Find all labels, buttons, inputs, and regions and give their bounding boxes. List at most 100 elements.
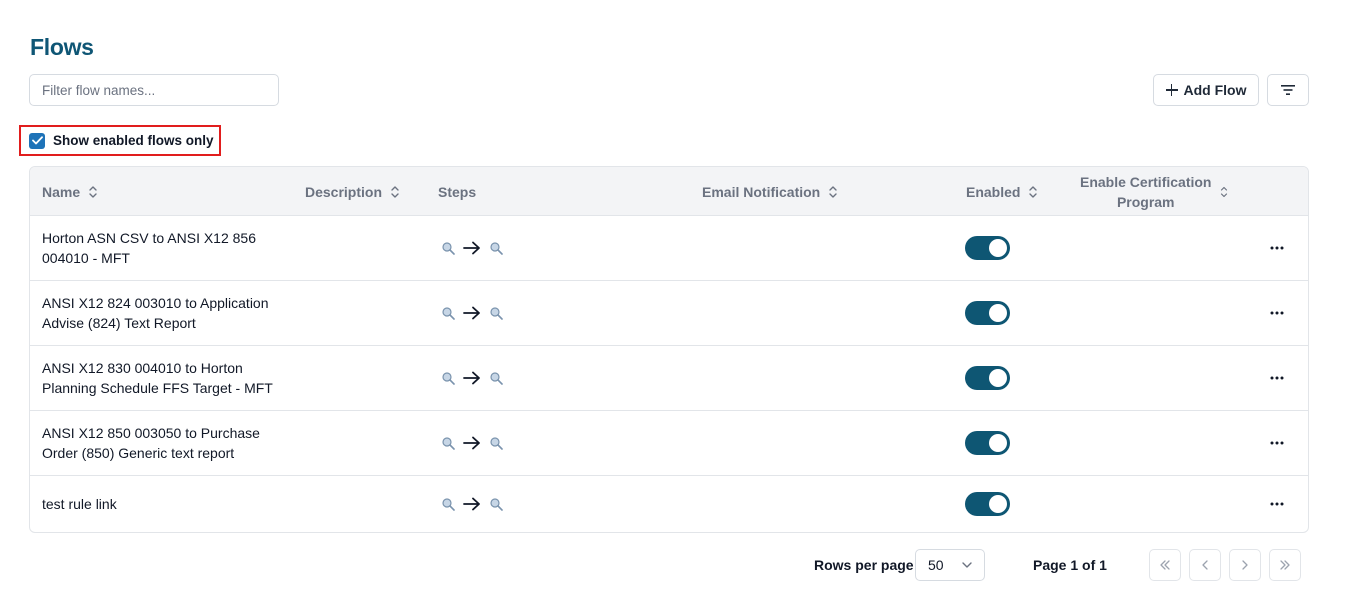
table-row[interactable]: test rule link <box>30 476 1308 532</box>
arrow-right-icon <box>463 497 480 511</box>
chevron-left-icon <box>1202 560 1208 570</box>
step-source-icon <box>441 497 455 511</box>
step-source-icon <box>441 241 455 255</box>
row-actions-button[interactable] <box>1270 346 1284 410</box>
toggle-knob <box>989 239 1007 257</box>
chevron-down-icon <box>962 562 972 568</box>
step-target-icon <box>489 436 503 450</box>
flow-name: ANSI X12 850 003050 to Purchase Order (8… <box>42 425 260 461</box>
table-row[interactable]: Horton ASN CSV to ANSI X12 856 004010 - … <box>30 216 1308 281</box>
flow-name: ANSI X12 824 003010 to Application Advis… <box>42 295 269 331</box>
arrow-right-icon <box>463 241 480 255</box>
toggle-knob <box>989 304 1007 322</box>
column-label: Email Notification <box>702 183 821 200</box>
more-horizontal-icon <box>1270 441 1284 445</box>
enabled-toggle[interactable] <box>965 366 1010 390</box>
row-actions-button[interactable] <box>1270 411 1284 475</box>
sort-icon <box>829 185 837 198</box>
flow-steps <box>441 411 503 475</box>
table-body: Horton ASN CSV to ANSI X12 856 004010 - … <box>30 216 1308 532</box>
flow-steps <box>441 281 503 345</box>
sort-icon <box>1029 185 1038 198</box>
enabled-toggle[interactable] <box>965 431 1010 455</box>
more-horizontal-icon <box>1270 246 1284 250</box>
flow-name: Horton ASN CSV to ANSI X12 856 004010 - … <box>42 230 257 266</box>
flow-steps <box>441 216 503 280</box>
row-actions-button[interactable] <box>1270 216 1284 280</box>
enabled-only-checkbox[interactable] <box>29 132 45 149</box>
enabled-only-filter: Show enabled flows only <box>19 125 221 156</box>
step-target-icon <box>489 306 503 320</box>
toggle-knob <box>989 434 1007 452</box>
checkmark-icon <box>31 136 43 145</box>
column-header-name[interactable]: Name <box>42 167 98 216</box>
plus-icon <box>1165 84 1178 96</box>
filter-flow-names-input[interactable] <box>29 74 279 106</box>
row-actions-button[interactable] <box>1270 281 1284 345</box>
more-horizontal-icon <box>1270 376 1284 380</box>
page-title: Flows <box>30 34 94 60</box>
row-actions-button[interactable] <box>1270 476 1284 532</box>
toggle-knob <box>989 495 1007 513</box>
column-label-line2: Program <box>1116 193 1175 210</box>
flow-name: test rule link <box>42 496 117 512</box>
column-header-description[interactable]: Description <box>305 167 400 216</box>
rows-per-page-select[interactable]: 50 <box>915 549 985 581</box>
step-source-icon <box>441 436 455 450</box>
arrow-right-icon <box>463 436 480 450</box>
enabled-cell <box>965 216 1010 280</box>
column-label-line1: Enable Certification <box>1080 173 1212 190</box>
enabled-only-label: Show enabled flows only <box>53 133 214 148</box>
table-header: Name Description Steps Email Notificatio… <box>30 167 1308 216</box>
column-header-enable-certification-program[interactable]: Enable Certification Program <box>1080 167 1229 216</box>
filter-options-button[interactable] <box>1267 74 1309 106</box>
column-header-steps: Steps <box>438 167 476 216</box>
sort-icon <box>1221 186 1228 197</box>
enabled-toggle[interactable] <box>965 236 1010 260</box>
column-label: Steps <box>438 183 477 200</box>
enabled-cell <box>965 411 1010 475</box>
enabled-toggle[interactable] <box>965 492 1010 516</box>
double-chevron-left-icon <box>1160 560 1170 570</box>
flows-table: Name Description Steps Email Notificatio… <box>29 166 1309 533</box>
enabled-cell <box>965 346 1010 410</box>
more-horizontal-icon <box>1270 502 1284 506</box>
table-row[interactable]: ANSI X12 850 003050 to Purchase Order (8… <box>30 411 1308 476</box>
double-chevron-right-icon <box>1280 560 1290 570</box>
sort-icon <box>89 185 97 198</box>
step-source-icon <box>441 371 455 385</box>
more-horizontal-icon <box>1270 311 1284 315</box>
enabled-cell <box>965 476 1010 532</box>
arrow-right-icon <box>463 306 480 320</box>
column-header-email-notification[interactable]: Email Notification <box>702 167 838 216</box>
enabled-toggle[interactable] <box>965 301 1010 325</box>
column-header-enabled[interactable]: Enabled <box>966 167 1038 216</box>
chevron-right-icon <box>1242 560 1248 570</box>
first-page-button[interactable] <box>1149 549 1181 581</box>
step-target-icon <box>489 241 503 255</box>
step-source-icon <box>441 306 455 320</box>
flow-steps <box>441 346 503 410</box>
previous-page-button[interactable] <box>1189 549 1221 581</box>
sort-icon <box>391 185 399 198</box>
column-label: Name <box>42 183 81 200</box>
filter-lines-icon <box>1281 85 1295 95</box>
toggle-knob <box>989 369 1007 387</box>
flow-name: ANSI X12 830 004010 to Horton Planning S… <box>42 360 273 396</box>
table-row[interactable]: ANSI X12 830 004010 to Horton Planning S… <box>30 346 1308 411</box>
page-info: Page 1 of 1 <box>1033 557 1107 573</box>
next-page-button[interactable] <box>1229 549 1261 581</box>
column-label: Description <box>305 183 383 200</box>
add-flow-button[interactable]: Add Flow <box>1153 74 1259 106</box>
last-page-button[interactable] <box>1269 549 1301 581</box>
add-flow-label: Add Flow <box>1183 82 1247 98</box>
rows-per-page-value: 50 <box>928 557 944 573</box>
flow-steps <box>441 476 503 532</box>
enabled-cell <box>965 281 1010 345</box>
table-row[interactable]: ANSI X12 824 003010 to Application Advis… <box>30 281 1308 346</box>
column-label: Enabled <box>966 183 1021 200</box>
step-target-icon <box>489 371 503 385</box>
column-label: Enable Certification Program <box>1080 172 1211 212</box>
rows-per-page-label: Rows per page <box>814 557 914 573</box>
step-target-icon <box>489 497 503 511</box>
